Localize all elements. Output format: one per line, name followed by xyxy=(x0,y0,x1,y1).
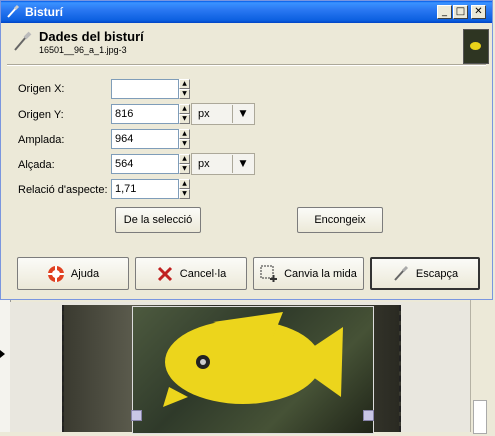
cancel-x-icon xyxy=(157,266,172,281)
crop-handle-bottom-left[interactable] xyxy=(131,410,142,421)
aspect-input[interactable] xyxy=(111,179,179,199)
width-spinner[interactable]: ▲▼ xyxy=(111,129,191,149)
spin-up-icon[interactable]: ▲ xyxy=(179,179,190,189)
height-input[interactable] xyxy=(111,154,179,174)
spin-down-icon[interactable]: ▼ xyxy=(179,164,190,174)
aspect-spinner[interactable]: ▲▼ xyxy=(111,179,191,199)
origin-x-spinner[interactable]: ▲▼ xyxy=(111,79,191,99)
position-unit-value: px xyxy=(198,108,210,120)
crop-dialog: Bisturí _ □ ✕ Dades del bisturí 16501__9… xyxy=(0,0,493,300)
size-unit-value: px xyxy=(198,158,210,170)
spin-down-icon[interactable]: ▼ xyxy=(179,139,190,149)
spin-up-icon[interactable]: ▲ xyxy=(179,129,190,139)
minimize-icon[interactable]: _ xyxy=(437,5,452,19)
close-icon[interactable]: ✕ xyxy=(471,5,486,19)
spin-down-icon[interactable]: ▼ xyxy=(179,189,190,199)
crop-label: Escapça xyxy=(415,267,459,280)
spin-down-icon[interactable]: ▼ xyxy=(179,114,190,124)
image-thumbnail xyxy=(463,29,489,64)
lifebuoy-icon xyxy=(47,265,64,282)
origin-y-spinner[interactable]: ▲▼ xyxy=(111,104,191,124)
chevron-down-icon[interactable]: ▼ xyxy=(232,155,253,173)
scalpel-icon xyxy=(7,4,20,18)
height-spinner[interactable]: ▲▼ xyxy=(111,154,191,174)
cancel-label: Cancel·la xyxy=(179,267,227,280)
resize-icon xyxy=(260,265,278,282)
crop-handle-bottom-right[interactable] xyxy=(363,410,374,421)
origin-y-label: Origen Y: xyxy=(18,109,64,121)
width-label: Amplada: xyxy=(18,134,65,146)
dialog-title: Dades del bisturí xyxy=(39,29,144,44)
aspect-label: Relació d'aspecte: xyxy=(18,184,108,196)
side-panel-widget[interactable] xyxy=(473,400,487,434)
spin-up-icon[interactable]: ▲ xyxy=(179,154,190,164)
height-label: Alçada: xyxy=(18,159,55,171)
spin-down-icon[interactable]: ▼ xyxy=(179,89,190,99)
origin-x-label: Origen X: xyxy=(18,83,65,95)
resize-label: Canvia la mida xyxy=(284,267,357,280)
scalpel-icon xyxy=(394,265,408,281)
position-unit-select[interactable]: px ▼ xyxy=(191,103,255,125)
fish-image xyxy=(163,312,343,407)
origin-x-input[interactable] xyxy=(111,79,179,99)
shrink-button[interactable]: Encongeix xyxy=(297,207,383,233)
chevron-down-icon[interactable]: ▼ xyxy=(232,105,253,123)
help-label: Ajuda xyxy=(70,267,100,280)
ruler-pointer-icon xyxy=(0,350,5,358)
spin-up-icon[interactable]: ▲ xyxy=(179,79,190,89)
spin-up-icon[interactable]: ▲ xyxy=(179,104,190,114)
header-separator xyxy=(7,64,486,66)
resize-button[interactable]: Canvia la mida xyxy=(253,257,364,290)
help-button[interactable]: Ajuda xyxy=(17,257,129,290)
width-input[interactable] xyxy=(111,129,179,149)
from-selection-button[interactable]: De la selecció xyxy=(115,207,201,233)
crop-selection[interactable] xyxy=(132,306,374,434)
maximize-icon[interactable]: □ xyxy=(453,5,468,19)
origin-y-input[interactable] xyxy=(111,104,179,124)
cancel-button[interactable]: Cancel·la xyxy=(135,257,247,290)
image-window-side-panel xyxy=(470,300,495,434)
title-bar[interactable]: Bisturí _ □ ✕ xyxy=(1,1,492,23)
crop-button[interactable]: Escapça xyxy=(370,257,480,290)
size-unit-select[interactable]: px ▼ xyxy=(191,153,255,175)
dialog-header: Dades del bisturí 16501__96_a_1.jpg-3 xyxy=(7,25,489,65)
image-name: 16501__96_a_1.jpg-3 xyxy=(39,45,127,55)
window-title: Bisturí xyxy=(25,5,64,19)
scalpel-icon xyxy=(14,31,32,51)
